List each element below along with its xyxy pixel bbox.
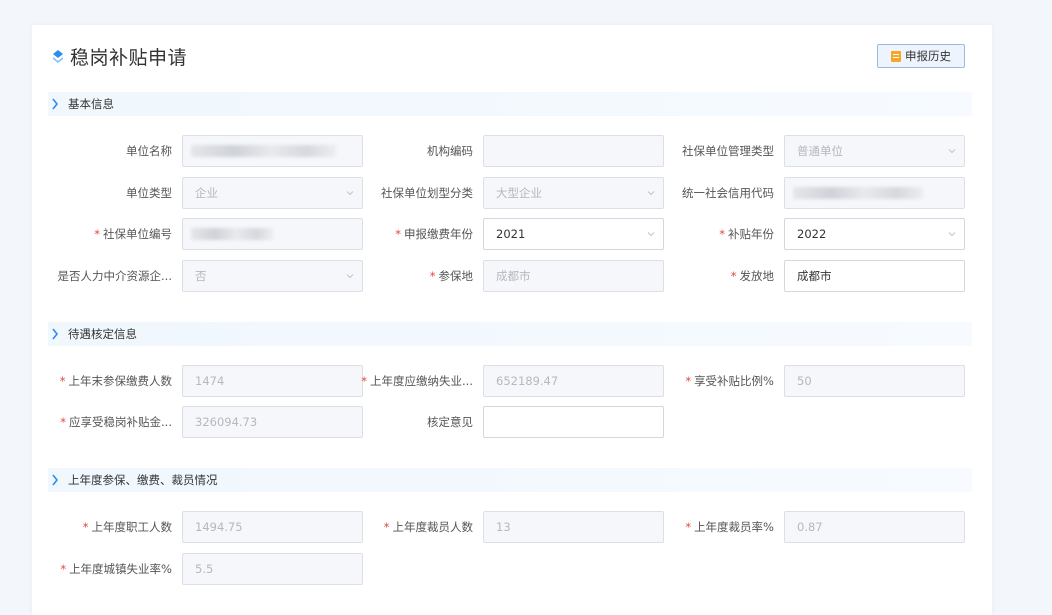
subsidy-year-label: * 补贴年份 (719, 227, 774, 241)
history-button-label: 申报历史 (905, 49, 951, 63)
issue-place-field[interactable]: 成都市 (784, 260, 965, 292)
unit-no-label: * 社保单位编号 (94, 227, 172, 241)
section-title: 待遇核定信息 (68, 327, 137, 341)
diamond-stack-icon (53, 49, 63, 63)
page-header: 稳岗补贴申请 (52, 43, 187, 70)
unit-name-label: 单位名称 (126, 144, 172, 158)
redacted-value (191, 145, 336, 157)
section-title: 上年度参保、缴费、裁员情况 (68, 473, 218, 487)
layoff-rate-field[interactable]: 0.87 (784, 511, 965, 543)
layoff-rate-label: * 上年度裁员率% (685, 520, 774, 534)
main-card: 稳岗补贴申请 申报历史 基本信息 单位名称 机构编码 社保单位管理类型 普通单位… (32, 25, 992, 615)
redacted-value (793, 187, 923, 199)
subsidy-amount-label: * 应享受稳岗补贴金... (60, 415, 172, 429)
urban-unemp-rate-label: * 上年度城镇失业率% (60, 562, 172, 576)
mgmt-type-label: 社保单位管理类型 (682, 144, 774, 158)
insured-count-label: * 上年末参保缴费人数 (59, 374, 172, 388)
section-title: 基本信息 (68, 97, 114, 111)
staff-count-label: * 上年度职工人数 (82, 520, 172, 534)
opinion-label: 核定意见 (427, 415, 473, 429)
chevron-down-icon (948, 149, 956, 154)
history-button[interactable]: 申报历史 (877, 44, 965, 68)
urban-unemp-rate-field[interactable]: 5.5 (182, 553, 363, 585)
mgmt-type-select[interactable]: 普通单位 (784, 135, 965, 167)
org-code-label: 机构编码 (427, 144, 473, 158)
opinion-input[interactable] (483, 406, 664, 438)
unemp-paid-label: * 上年度应缴纳失业... (361, 374, 473, 388)
chevron-right-icon (52, 98, 59, 110)
chevron-right-icon (52, 328, 59, 340)
layoff-count-label: * 上年度裁员人数 (383, 520, 473, 534)
credit-code-label: 统一社会信用代码 (682, 186, 774, 200)
subsidy-year-select[interactable]: 2022 (784, 218, 965, 250)
insured-place-label: * 参保地 (429, 269, 473, 283)
chevron-right-icon (52, 474, 59, 486)
redacted-value (191, 228, 273, 240)
document-icon (891, 50, 901, 62)
unit-type-label: 单位类型 (126, 186, 172, 200)
section-review: 待遇核定信息 (48, 322, 972, 346)
subsidy-ratio-field[interactable]: 50 (784, 365, 965, 397)
fee-year-label: * 申报缴费年份 (395, 227, 473, 241)
chevron-down-icon (948, 232, 956, 237)
page-title: 稳岗补贴申请 (70, 47, 188, 69)
section-basic: 基本信息 (48, 92, 972, 116)
section-lastyear: 上年度参保、缴费、裁员情况 (48, 468, 972, 492)
subsidy-ratio-label: * 享受补贴比例% (685, 374, 774, 388)
size-class-label: 社保单位划型分类 (381, 186, 473, 200)
hr-agency-label: 是否人力中介资源企... (57, 269, 172, 283)
credit-code-field[interactable] (784, 177, 965, 209)
issue-place-label: * 发放地 (730, 269, 774, 283)
